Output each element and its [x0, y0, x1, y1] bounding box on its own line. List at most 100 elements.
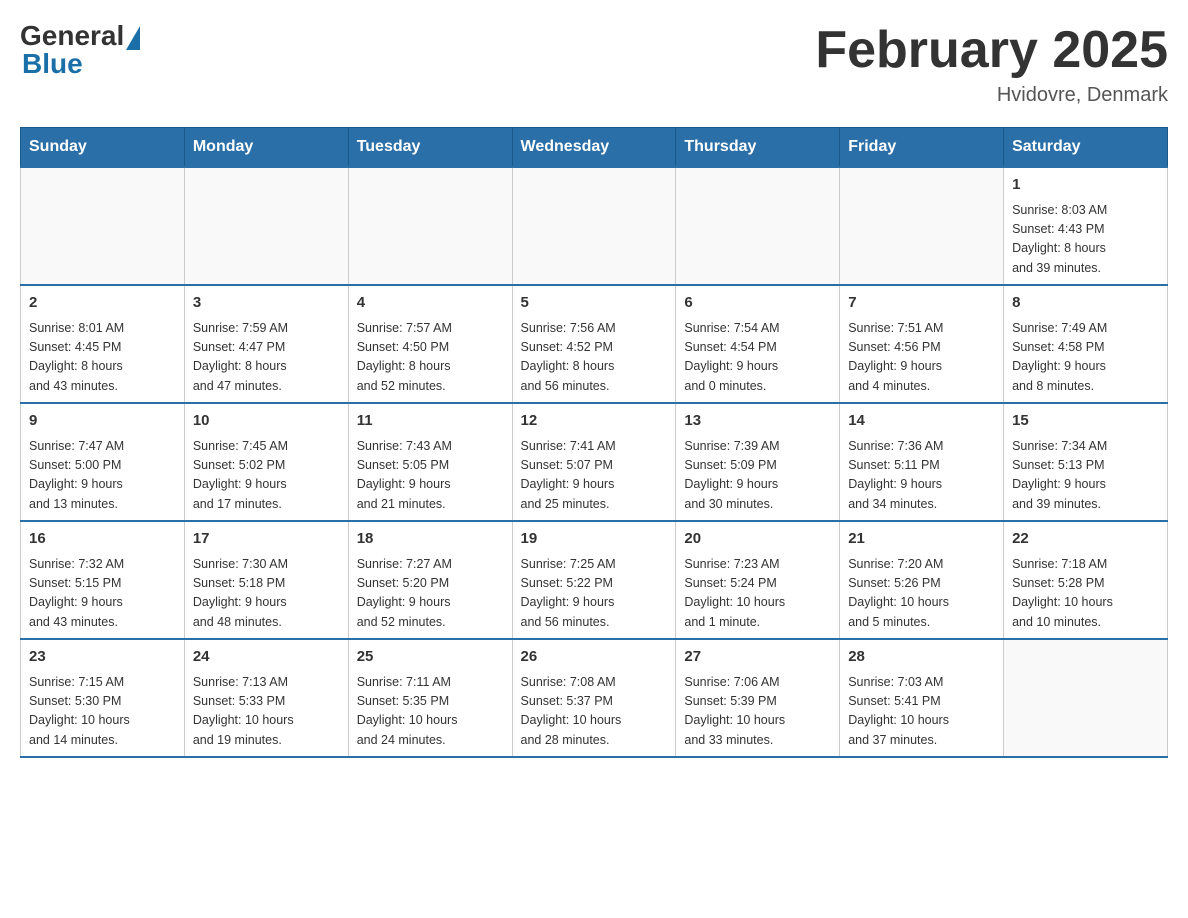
day-number: 10 — [193, 410, 340, 433]
day-number: 7 — [848, 292, 995, 315]
day-number: 16 — [29, 528, 176, 551]
day-info: Sunrise: 7:45 AMSunset: 5:02 PMDaylight:… — [193, 437, 340, 515]
day-number: 20 — [684, 528, 831, 551]
calendar-cell — [348, 167, 512, 285]
day-info: Sunrise: 7:54 AMSunset: 4:54 PMDaylight:… — [684, 319, 831, 397]
week-row-2: 2Sunrise: 8:01 AMSunset: 4:45 PMDaylight… — [21, 285, 1168, 403]
calendar-cell: 20 Sunrise: 7:23 AMSunset: 5:24 PMDayligh… — [676, 521, 840, 639]
calendar-cell — [184, 167, 348, 285]
calendar-cell: 14 Sunrise: 7:36 AMSunset: 5:11 PMDayligh… — [840, 403, 1004, 521]
day-info: Sunrise: 7:47 AMSunset: 5:00 PMDaylight:… — [29, 437, 176, 515]
day-info: Sunrise: 7:03 AMSunset: 5:41 PMDaylight:… — [848, 673, 995, 751]
calendar-cell: 25Sunrise: 7:11 AMSunset: 5:35 PMDayligh… — [348, 639, 512, 757]
calendar-cell: 17Sunrise: 7:30 AMSunset: 5:18 PMDayligh… — [184, 521, 348, 639]
calendar-cell — [1004, 639, 1168, 757]
day-number: 21 — [848, 528, 995, 551]
day-info: Sunrise: 7:06 AMSunset: 5:39 PMDaylight:… — [684, 673, 831, 751]
calendar-cell: 8Sunrise: 7:49 AMSunset: 4:58 PMDaylight… — [1004, 285, 1168, 403]
day-number: 27 — [684, 646, 831, 669]
calendar-cell: 27 Sunrise: 7:06 AMSunset: 5:39 PMDayligh… — [676, 639, 840, 757]
calendar-cell: 1 Sunrise: 8:03 AMSunset: 4:43 PMDaylight… — [1004, 167, 1168, 285]
week-row-4: 16 Sunrise: 7:32 AMSunset: 5:15 PMDayligh… — [21, 521, 1168, 639]
location: Hvidovre, Denmark — [815, 84, 1168, 107]
day-info: Sunrise: 7:56 AMSunset: 4:52 PMDaylight:… — [521, 319, 668, 397]
day-number: 11 — [357, 410, 504, 433]
day-number: 4 — [357, 292, 504, 315]
weekday-header-tuesday: Tuesday — [348, 128, 512, 168]
day-info: Sunrise: 7:41 AMSunset: 5:07 PMDaylight:… — [521, 437, 668, 515]
logo-triangle-icon — [126, 26, 140, 50]
calendar-cell: 26 Sunrise: 7:08 AMSunset: 5:37 PMDayligh… — [512, 639, 676, 757]
day-info: Sunrise: 7:57 AMSunset: 4:50 PMDaylight:… — [357, 319, 504, 397]
day-number: 12 — [521, 410, 668, 433]
day-info: Sunrise: 7:39 AMSunset: 5:09 PMDaylight:… — [684, 437, 831, 515]
week-row-5: 23 Sunrise: 7:15 AMSunset: 5:30 PMDayligh… — [21, 639, 1168, 757]
day-info: Sunrise: 7:23 AMSunset: 5:24 PMDaylight:… — [684, 555, 831, 633]
day-info: Sunrise: 7:59 AMSunset: 4:47 PMDaylight:… — [193, 319, 340, 397]
weekday-header-thursday: Thursday — [676, 128, 840, 168]
day-info: Sunrise: 8:01 AMSunset: 4:45 PMDaylight:… — [29, 319, 176, 397]
day-number: 8 — [1012, 292, 1159, 315]
logo-blue-text: Blue — [22, 48, 83, 80]
calendar-cell: 12 Sunrise: 7:41 AMSunset: 5:07 PMDayligh… — [512, 403, 676, 521]
calendar-cell: 23 Sunrise: 7:15 AMSunset: 5:30 PMDayligh… — [21, 639, 185, 757]
day-info: Sunrise: 7:51 AMSunset: 4:56 PMDaylight:… — [848, 319, 995, 397]
calendar-cell: 13Sunrise: 7:39 AMSunset: 5:09 PMDayligh… — [676, 403, 840, 521]
day-info: Sunrise: 7:43 AMSunset: 5:05 PMDaylight:… — [357, 437, 504, 515]
day-number: 1 — [1012, 174, 1159, 197]
calendar-cell: 2Sunrise: 8:01 AMSunset: 4:45 PMDaylight… — [21, 285, 185, 403]
day-number: 19 — [521, 528, 668, 551]
day-number: 9 — [29, 410, 176, 433]
calendar-cell: 11 Sunrise: 7:43 AMSunset: 5:05 PMDayligh… — [348, 403, 512, 521]
weekday-header-friday: Friday — [840, 128, 1004, 168]
calendar-cell: 7 Sunrise: 7:51 AMSunset: 4:56 PMDaylight… — [840, 285, 1004, 403]
calendar-cell — [21, 167, 185, 285]
day-info: Sunrise: 7:30 AMSunset: 5:18 PMDaylight:… — [193, 555, 340, 633]
day-number: 24 — [193, 646, 340, 669]
day-number: 23 — [29, 646, 176, 669]
weekday-header-saturday: Saturday — [1004, 128, 1168, 168]
day-number: 5 — [521, 292, 668, 315]
calendar-cell — [512, 167, 676, 285]
day-number: 15 — [1012, 410, 1159, 433]
title-area: February 2025 Hvidovre, Denmark — [815, 20, 1168, 107]
calendar-cell: 16 Sunrise: 7:32 AMSunset: 5:15 PMDayligh… — [21, 521, 185, 639]
calendar-cell: 4 Sunrise: 7:57 AMSunset: 4:50 PMDaylight… — [348, 285, 512, 403]
calendar-cell: 9 Sunrise: 7:47 AMSunset: 5:00 PMDaylight… — [21, 403, 185, 521]
calendar-cell: 6Sunrise: 7:54 AMSunset: 4:54 PMDaylight… — [676, 285, 840, 403]
day-info: Sunrise: 7:15 AMSunset: 5:30 PMDaylight:… — [29, 673, 176, 751]
weekday-header-sunday: Sunday — [21, 128, 185, 168]
calendar-cell: 19Sunrise: 7:25 AMSunset: 5:22 PMDayligh… — [512, 521, 676, 639]
day-number: 26 — [521, 646, 668, 669]
calendar-cell — [676, 167, 840, 285]
calendar-cell: 28 Sunrise: 7:03 AMSunset: 5:41 PMDayligh… — [840, 639, 1004, 757]
day-number: 22 — [1012, 528, 1159, 551]
page-header: General Blue February 2025 Hvidovre, Den… — [20, 20, 1168, 107]
calendar-cell: 24 Sunrise: 7:13 AMSunset: 5:33 PMDayligh… — [184, 639, 348, 757]
day-info: Sunrise: 7:36 AMSunset: 5:11 PMDaylight:… — [848, 437, 995, 515]
day-number: 28 — [848, 646, 995, 669]
calendar-cell: 18 Sunrise: 7:27 AMSunset: 5:20 PMDayligh… — [348, 521, 512, 639]
weekday-header-monday: Monday — [184, 128, 348, 168]
calendar-cell: 5 Sunrise: 7:56 AMSunset: 4:52 PMDaylight… — [512, 285, 676, 403]
day-number: 25 — [357, 646, 504, 669]
logo: General Blue — [20, 20, 140, 80]
weekday-header-row: SundayMondayTuesdayWednesdayThursdayFrid… — [21, 128, 1168, 168]
day-info: Sunrise: 7:08 AMSunset: 5:37 PMDaylight:… — [521, 673, 668, 751]
day-info: Sunrise: 7:18 AMSunset: 5:28 PMDaylight:… — [1012, 555, 1159, 633]
day-number: 14 — [848, 410, 995, 433]
day-info: Sunrise: 7:32 AMSunset: 5:15 PMDaylight:… — [29, 555, 176, 633]
calendar-cell: 22 Sunrise: 7:18 AMSunset: 5:28 PMDayligh… — [1004, 521, 1168, 639]
day-info: Sunrise: 7:27 AMSunset: 5:20 PMDaylight:… — [357, 555, 504, 633]
day-number: 3 — [193, 292, 340, 315]
calendar-cell: 3 Sunrise: 7:59 AMSunset: 4:47 PMDaylight… — [184, 285, 348, 403]
day-info: Sunrise: 7:13 AMSunset: 5:33 PMDaylight:… — [193, 673, 340, 751]
day-number: 18 — [357, 528, 504, 551]
calendar-table: SundayMondayTuesdayWednesdayThursdayFrid… — [20, 127, 1168, 758]
day-info: Sunrise: 8:03 AMSunset: 4:43 PMDaylight:… — [1012, 201, 1159, 279]
day-info: Sunrise: 7:20 AMSunset: 5:26 PMDaylight:… — [848, 555, 995, 633]
week-row-3: 9 Sunrise: 7:47 AMSunset: 5:00 PMDaylight… — [21, 403, 1168, 521]
month-title: February 2025 — [815, 20, 1168, 80]
day-info: Sunrise: 7:34 AMSunset: 5:13 PMDaylight:… — [1012, 437, 1159, 515]
calendar-cell: 15 Sunrise: 7:34 AMSunset: 5:13 PMDayligh… — [1004, 403, 1168, 521]
